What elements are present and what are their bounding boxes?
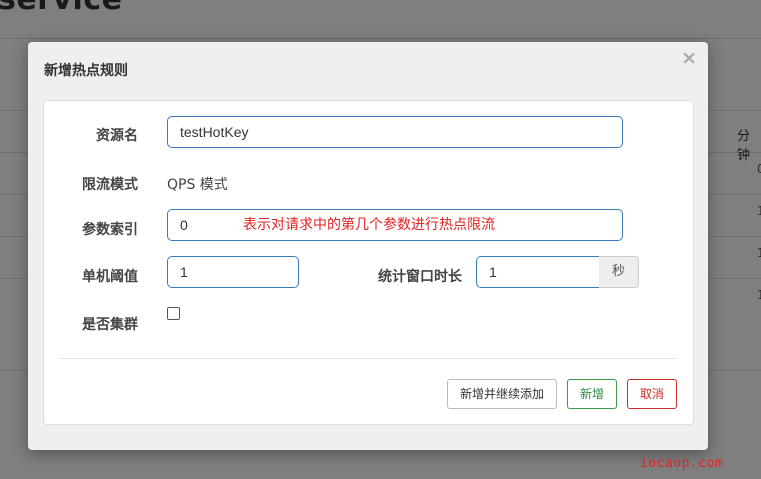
form-panel: 资源名 testHotKey 限流模式 QPS 模式 参数索引 0 表示对请求中… (43, 100, 694, 425)
param-index-label: 参数索引 (82, 222, 138, 238)
window-duration-input[interactable]: 1 (476, 256, 600, 288)
add-button[interactable]: 新增 (567, 379, 617, 409)
watermark: iocaop.com (640, 456, 724, 471)
window-duration-label: 统计窗口时长 (378, 269, 462, 285)
add-hotspot-rule-dialog: 新增热点规则 × 资源名 testHotKey 限流模式 QPS 模式 参数索引… (28, 42, 708, 450)
threshold-input[interactable]: 1 (167, 256, 299, 288)
dialog-title: 新增热点规则 (44, 63, 128, 79)
divider (59, 358, 677, 359)
resource-name-label: 资源名 (96, 128, 138, 144)
cluster-label: 是否集群 (82, 317, 138, 333)
resource-name-input[interactable]: testHotKey (167, 116, 623, 148)
close-icon[interactable]: × (681, 48, 697, 68)
seconds-unit-addon: 秒 (599, 256, 639, 288)
limit-mode-label: 限流模式 (82, 177, 138, 193)
limit-mode-value: QPS 模式 (167, 177, 228, 193)
add-and-continue-button[interactable]: 新增并继续添加 (447, 379, 557, 409)
param-index-input[interactable]: 0 (167, 209, 623, 241)
threshold-label: 单机阈值 (82, 269, 138, 285)
cluster-checkbox[interactable] (167, 307, 180, 320)
cancel-button[interactable]: 取消 (627, 379, 677, 409)
